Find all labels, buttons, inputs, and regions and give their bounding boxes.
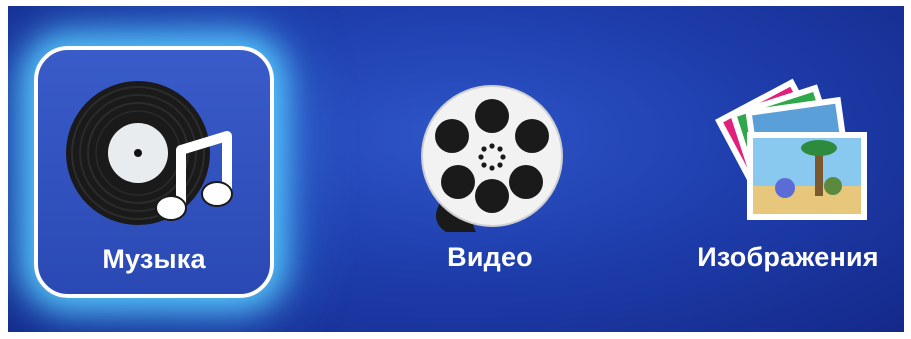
menu-item-music[interactable]: Музыка [34, 46, 274, 298]
film-reel-icon [421, 85, 563, 232]
vinyl-record-music-icon [66, 81, 233, 225]
menu-item-label: Видео [447, 242, 533, 272]
photo-stack-icon [715, 78, 867, 220]
menu-item-label: Музыка [102, 244, 206, 274]
menu-item-images[interactable]: Изображения [668, 46, 904, 298]
menu-item-video[interactable]: Видео [370, 46, 610, 298]
menu-item-label: Изображения [697, 242, 879, 272]
media-menu-screen: Музыка Видео Изображения [8, 6, 904, 332]
